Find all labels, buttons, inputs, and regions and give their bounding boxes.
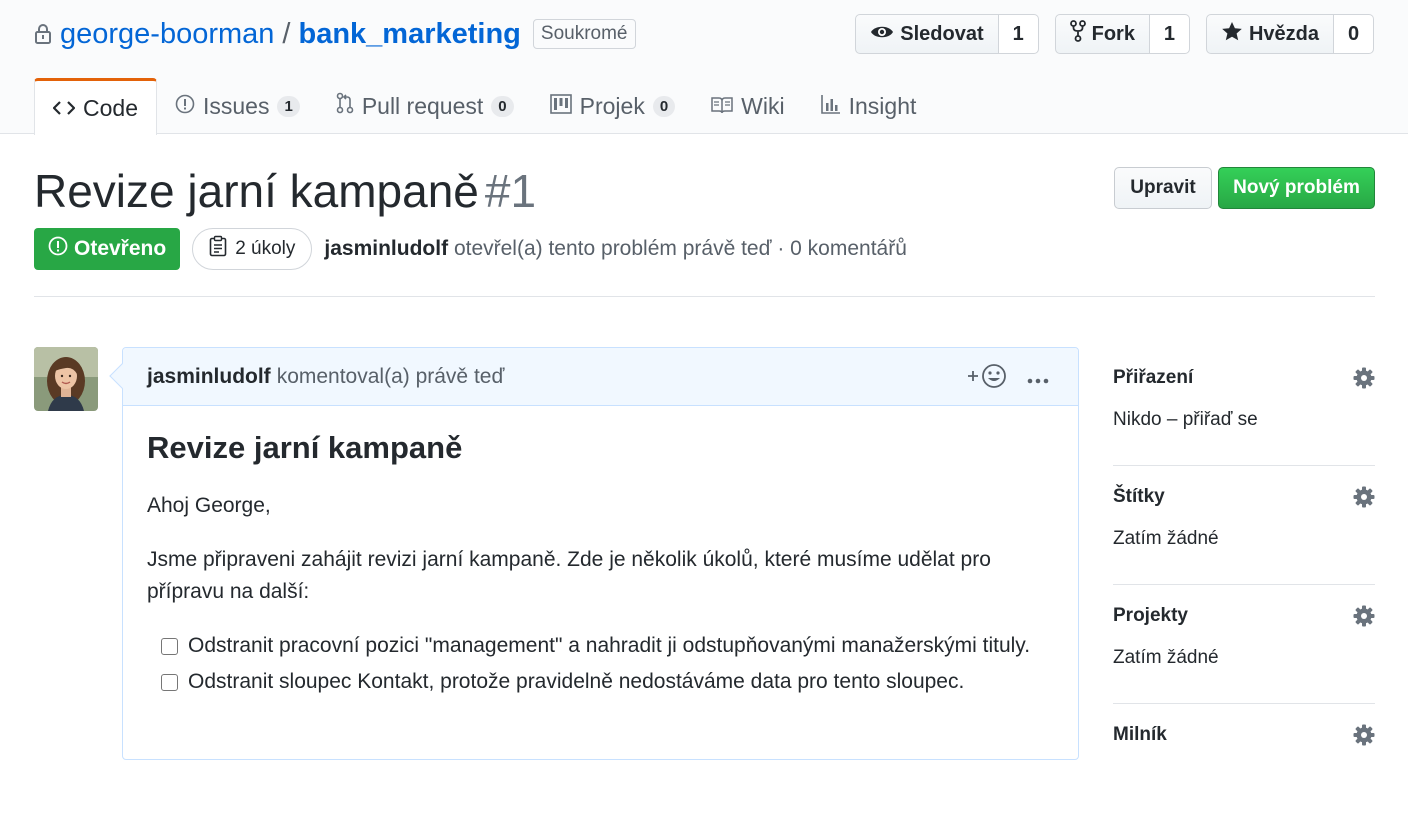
star-action: Hvězda 0: [1205, 14, 1374, 54]
comment-tools: [966, 362, 1050, 396]
tab-code-label: Code: [83, 94, 138, 121]
sidebar-assignees-title: Přiřazení: [1113, 367, 1194, 388]
sidebar-labels-value: Zatím žádné: [1113, 528, 1219, 549]
issue-state-label: Otevřeno: [74, 237, 167, 260]
watch-count[interactable]: 1: [998, 14, 1039, 54]
repo-title: george-boorman / bank_marketing Soukromé: [34, 16, 636, 52]
eye-icon: [870, 23, 894, 46]
clipboard-icon: [209, 235, 227, 263]
task-text: Odstranit pracovní pozici "management" a…: [188, 634, 1031, 657]
star-count[interactable]: 0: [1334, 14, 1374, 54]
task-progress-label: 2 úkoly: [235, 238, 296, 259]
avatar[interactable]: [34, 347, 98, 411]
issue-author-link[interactable]: jasminludolf: [324, 237, 448, 260]
project-icon: [549, 93, 572, 120]
repo-owner-link[interactable]: george-boorman: [60, 18, 274, 51]
repo-name-link[interactable]: bank_marketing: [298, 18, 520, 51]
edit-button[interactable]: Upravit: [1114, 167, 1212, 209]
watch-button[interactable]: Sledovat: [855, 14, 999, 54]
comment-paragraph: Jsme připraveni zahájit revizi jarní kam…: [147, 548, 991, 603]
tab-wiki[interactable]: Wiki: [693, 78, 802, 134]
fork-label: Fork: [1091, 22, 1135, 45]
star-label: Hvězda: [1248, 22, 1319, 45]
task-list: Odstranit pracovní pozici "management" a…: [147, 630, 1054, 698]
sidebar-labels-title: Štítky: [1113, 486, 1165, 507]
tab-issues-label: Issues: [202, 92, 270, 119]
fork-icon: [1069, 20, 1086, 48]
task-list-item: Odstranit pracovní pozici "management" a…: [147, 630, 1054, 662]
star-button[interactable]: Hvězda: [1205, 14, 1334, 54]
sidebar-labels: Štítky Zatím žádné: [1113, 466, 1375, 585]
lock-icon: [34, 23, 52, 45]
task-progress-badge[interactable]: 2 úkoly: [192, 228, 313, 270]
issue-comment: jasminludolf komentoval(a) právě teď Rev…: [109, 347, 1079, 760]
comment-heading: Revize jarní kampaně: [147, 430, 463, 465]
sidebar-projects-value: Zatím žádné: [1113, 647, 1219, 668]
comment-header: jasminludolf komentoval(a) právě teď: [123, 348, 1078, 406]
repo-actions: Sledovat 1 Fork 1 Hvězda 0: [855, 14, 1374, 54]
comment-author-link[interactable]: jasminludolf: [147, 365, 271, 389]
code-icon: [52, 95, 76, 122]
sidebar-projects-title: Projekty: [1113, 605, 1188, 626]
tab-insights[interactable]: Insight: [803, 78, 935, 134]
header-divider: [34, 296, 1375, 297]
sidebar-projects: Projekty Zatím žádné: [1113, 585, 1375, 704]
tab-projects-label: Projek: [579, 92, 645, 119]
repo-header: george-boorman / bank_marketing Soukromé…: [0, 0, 1408, 135]
tab-projects[interactable]: Projek 0: [532, 78, 694, 134]
star-icon: [1221, 21, 1243, 48]
gear-icon[interactable]: [1353, 367, 1375, 394]
issue-sidebar: Přiřazení Nikdo – přiřaď se Štítky Zatím…: [1113, 347, 1375, 823]
sidebar-milestone: Milník: [1113, 704, 1375, 823]
issue-meta-row: Otevřeno 2 úkoly jasminludolf otevřel(a)…: [34, 228, 907, 270]
issue-number: #1: [484, 165, 537, 217]
task-checkbox[interactable]: [161, 638, 178, 655]
path-separator: /: [282, 17, 291, 50]
task-text: Odstranit sloupec Kontakt, protože pravi…: [188, 670, 965, 693]
more-options-icon[interactable]: [1026, 367, 1050, 391]
pull-request-icon: [336, 92, 354, 120]
add-reaction-icon[interactable]: [966, 362, 1008, 396]
task-list-item: Odstranit sloupec Kontakt, protože pravi…: [147, 666, 1054, 698]
issue-icon: [175, 93, 195, 120]
issues-counter: 1: [277, 95, 300, 117]
issue-opened-icon: [48, 236, 68, 262]
comment-action-text: komentoval(a) právě teď: [276, 364, 505, 388]
tab-code[interactable]: Code: [34, 78, 157, 135]
pull-requests-counter: 0: [491, 95, 514, 117]
sidebar-milestone-title: Milník: [1113, 724, 1167, 745]
visibility-badge: Soukromé: [532, 19, 636, 49]
issue-meta-text: jasminludolf otevřel(a) tento problém pr…: [324, 237, 907, 261]
tab-pull-requests-label: Pull request: [361, 92, 484, 119]
graph-icon: [820, 93, 841, 120]
comment-body: Revize jarní kampaně Ahoj George, Jsme p…: [123, 406, 1078, 698]
task-checkbox[interactable]: [161, 674, 178, 691]
repo-nav-tabs: Code Issues 1 Pull request 0 Projek 0 Wi…: [34, 78, 935, 135]
book-icon: [711, 93, 733, 120]
issue-title-text: Revize jarní kampaně: [34, 165, 479, 217]
tab-pull-requests[interactable]: Pull request 0: [318, 78, 532, 134]
new-issue-button[interactable]: Nový problém: [1218, 167, 1375, 209]
tab-insights-label: Insight: [848, 92, 917, 119]
issue-meta-description: otevřel(a) tento problém právě teď · 0 k…: [453, 237, 907, 260]
fork-action: Fork 1: [1054, 14, 1190, 54]
sidebar-assignees: Přiřazení Nikdo – přiřaď se: [1113, 347, 1375, 466]
comment-greeting: Ahoj George,: [147, 494, 271, 517]
projects-counter: 0: [652, 95, 676, 117]
gear-icon[interactable]: [1353, 605, 1375, 632]
fork-count[interactable]: 1: [1149, 14, 1190, 54]
tab-issues[interactable]: Issues 1: [157, 78, 318, 134]
gear-icon[interactable]: [1353, 486, 1375, 513]
gear-icon[interactable]: [1353, 724, 1375, 751]
issue-state-badge: Otevřeno: [34, 228, 181, 270]
fork-button[interactable]: Fork: [1054, 14, 1150, 54]
issue-title: Revize jarní kampaně #1: [34, 164, 536, 218]
tab-wiki-label: Wiki: [741, 92, 785, 119]
sidebar-assignees-value[interactable]: Nikdo – přiřaď se: [1113, 409, 1258, 431]
watch-label: Sledovat: [900, 22, 984, 45]
watch-action: Sledovat 1: [855, 14, 1039, 54]
